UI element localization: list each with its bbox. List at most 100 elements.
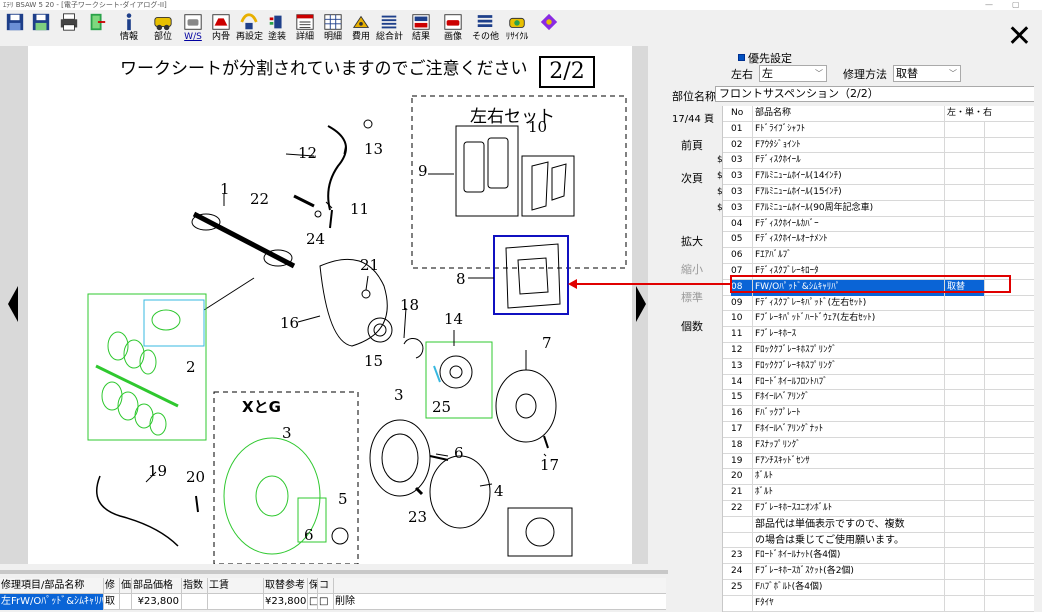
part-name-field[interactable]: フロントサスペンション（2/2） xyxy=(715,86,1042,102)
pad-hardware xyxy=(531,161,567,211)
parts-row[interactable]: の場合は乗じてご使用願います。 xyxy=(723,532,1042,549)
next-page-arrow-icon[interactable] xyxy=(636,286,646,322)
steel-wheel xyxy=(369,419,431,497)
paint-button[interactable]: 塗装 xyxy=(264,11,290,45)
save-button[interactable] xyxy=(2,11,28,45)
minimize-icon[interactable]: — xyxy=(985,0,993,10)
parts-row[interactable]: 10 Fﾌﾞﾚｰｷﾊﾟｯﾄﾞﾊｰﾄﾞｳｪｱ(左右ｾｯﾄ) xyxy=(723,311,1042,328)
grid-cell-warranty-checkbox[interactable]: □ xyxy=(308,594,318,610)
parts-row[interactable]: 14 Fﾛｰﾄﾞﾎｲｰﾙﾌﾛﾝﾄﾊﾌﾞ xyxy=(723,374,1042,391)
parts-row[interactable]: 15 Fﾎｲｰﾙﾍﾞｱﾘﾝｸﾞ xyxy=(723,390,1042,407)
exit-button[interactable] xyxy=(84,11,110,45)
parts-row[interactable]: 17 Fﾎｲｰﾙﾍﾞｱﾘﾝｸﾞﾅｯﾄ xyxy=(723,421,1042,438)
zoom-out-button[interactable]: 縮小 xyxy=(671,259,713,281)
info-button[interactable]: 情報 xyxy=(116,11,142,45)
row-name: Fｱｳﾀｼﾞｮｲﾝﾄ xyxy=(753,137,945,154)
manual-button[interactable] xyxy=(536,11,562,45)
row-name: Fｱﾙﾐﾆｭｰﾑﾎｲｰﾙ(14ｲﾝﾁ) xyxy=(753,169,945,185)
toolbar-label: 画像 xyxy=(443,32,462,42)
parts-row[interactable]: 19 Fｱﾝﾁｽｷｯﾄﾞｾﾝｻ xyxy=(723,453,1042,470)
priority-checkbox[interactable]: 優先設定 xyxy=(738,50,792,66)
row-name: 部品代は単価表示ですので、複数 xyxy=(753,516,945,533)
parts-row[interactable]: $03 Fｱﾙﾐﾆｭｰﾑﾎｲｰﾙ(14ｲﾝﾁ) xyxy=(717,169,1042,185)
row-no: 15 xyxy=(731,390,753,407)
print-button[interactable] xyxy=(56,11,82,45)
parts-row[interactable]: 22 Fﾌﾞﾚｰｷﾎｰｽﾕﾆｵﾝﾎﾞﾙﾄ xyxy=(723,500,1042,517)
grid-cell-part-price[interactable]: ¥23,800 xyxy=(132,594,182,610)
next-page-button[interactable]: 次頁 xyxy=(671,168,713,190)
parts-row[interactable]: 11 Fﾌﾞﾚｰｷﾎｰｽ xyxy=(723,327,1042,343)
callout-21: 21 xyxy=(360,256,380,274)
cost-button[interactable]: 費用 xyxy=(348,11,374,45)
parts-row[interactable]: 04 Fﾃﾞｨｽｸﾎｲｰﾙｶﾊﾞｰ xyxy=(723,216,1042,233)
prev-page-button[interactable]: 前頁 xyxy=(671,135,713,157)
brake-pad xyxy=(463,141,485,193)
toolbar-label: 詳細 xyxy=(295,32,314,42)
lr-select[interactable]: 左 ﹀ xyxy=(759,65,827,82)
parts-row[interactable]: 12 Fﾛｯｸｸﾌﾞﾚｰｷﾎｽﾌﾟﾘﾝｸﾞ xyxy=(723,342,1042,359)
zoom-in-button[interactable]: 拡大 xyxy=(671,231,713,253)
row-name: Fﾛｰﾄﾞﾎｲｰﾙﾌﾛﾝﾄﾊﾌﾞ xyxy=(753,374,945,391)
checkbox-checked-icon xyxy=(738,54,745,61)
breakdown-button[interactable]: 明細 xyxy=(320,11,346,45)
row-side xyxy=(945,248,985,264)
parts-row[interactable]: 18 Fｽﾅｯﾌﾟﾘﾝｸﾞ xyxy=(723,437,1042,454)
column-header-side: 左・単・右 xyxy=(947,108,993,118)
parts-row[interactable]: 25 Fﾊﾌﾞﾎﾞﾙﾄ(各4個) xyxy=(723,579,1042,596)
row-name: Fﾌﾞﾚｰｷﾎｰｽ xyxy=(753,327,945,343)
parts-row[interactable]: 21 ﾎﾞﾙﾄ xyxy=(723,485,1042,501)
row-side xyxy=(945,169,985,185)
parts-row[interactable]: $03 Fｱﾙﾐﾆｭｰﾑﾎｲｰﾙ(15ｲﾝﾁ) xyxy=(717,184,1042,201)
row-name: Fﾎｲｰﾙﾍﾞｱﾘﾝｸﾞ xyxy=(753,390,945,407)
inner-frame-button[interactable]: 内骨 xyxy=(208,11,234,45)
grid-cell-name[interactable]: 左FrW/Oﾊﾟｯﾄﾞ&ｼﾑｷｬﾘﾊﾟ xyxy=(0,594,104,610)
parts-row[interactable]: 24 Fﾌﾞﾚｰｷﾎｰｽｶﾞｽｹｯﾄ(各2個) xyxy=(723,564,1042,580)
grid-scrollbar[interactable] xyxy=(0,570,668,574)
union-bolt xyxy=(293,194,315,208)
reset-button[interactable]: 再設定 xyxy=(236,11,263,45)
parts-row[interactable]: 部品代は単価表示ですので、複数 xyxy=(723,516,1042,533)
image-button[interactable]: 画像 xyxy=(440,11,466,45)
grid-cell-price-flag[interactable] xyxy=(120,594,132,610)
parts-row[interactable]: 23 Fﾛｰﾄﾞﾎｲｰﾙﾅｯﾄ(各4個) xyxy=(723,548,1042,565)
grid-cell-co-checkbox[interactable]: □ xyxy=(318,594,334,610)
maximize-icon[interactable]: ▢ xyxy=(1012,0,1020,10)
parts-row[interactable]: 06 Fｴｱﾊﾞﾙﾌﾞ xyxy=(723,248,1042,264)
row-name: Fﾛｯｸｸﾌﾞﾚｰｷﾎｽﾌﾟﾘﾝｸﾞ xyxy=(753,342,945,359)
parts-row[interactable]: $03 Fﾃﾞｨｽｸﾎｲｰﾙ xyxy=(717,153,1042,170)
parts-row[interactable]: 09 Fﾃﾞｨｽｸﾌﾞﾚｰｷﾊﾟｯﾄﾞ(左右ｾｯﾄ) xyxy=(723,295,1042,312)
priority-label: 優先設定 xyxy=(748,52,792,65)
result-button[interactable]: 結果 xyxy=(408,11,434,45)
grid-header-labor: 工賃 xyxy=(208,578,264,594)
callout-4: 4 xyxy=(494,482,504,500)
parts-row[interactable]: 16 Fﾊﾞｯｸﾌﾟﾚｰﾄ xyxy=(723,406,1042,422)
grid-cell-ref[interactable]: ¥23,800 xyxy=(264,594,308,610)
worksheet-button[interactable]: W/S xyxy=(180,11,206,45)
row-name: Fﾃﾞｨｽｸﾎｲｰﾙｶﾊﾞｰ xyxy=(753,216,945,233)
part-button[interactable]: 部位 xyxy=(150,11,176,45)
parts-row[interactable]: 02 Fｱｳﾀｼﾞｮｲﾝﾄ xyxy=(723,137,1042,154)
parts-row[interactable]: 01 Fﾄﾞﾗｲﾌﾞｼｬﾌﾄ xyxy=(723,121,1042,138)
row-no: 25 xyxy=(731,579,753,596)
grid-cell-labor[interactable] xyxy=(208,594,264,610)
detail-button[interactable]: 詳細 xyxy=(292,11,318,45)
save-as-button[interactable] xyxy=(28,11,54,45)
total-button[interactable]: 総合計 xyxy=(376,11,403,45)
count-button[interactable]: 個数 xyxy=(671,316,713,338)
grid-cell-op[interactable]: 取 xyxy=(104,594,120,610)
vertical-scrollbar[interactable] xyxy=(1034,86,1042,612)
grid-cell-index[interactable] xyxy=(182,594,208,610)
other-button[interactable]: その他 xyxy=(472,11,499,45)
recycle-button[interactable]: ﾘｻｲｸﾙ xyxy=(504,11,530,45)
parts-row[interactable]: 13 Fﾛｯｸｸﾌﾞﾚｰｷﾎｽﾌﾟﾘﾝｸﾞ xyxy=(723,358,1042,375)
parts-row[interactable]: Fﾀｲﾔ xyxy=(723,595,1042,612)
parts-row[interactable]: 05 Fﾃﾞｨｽｸﾎｲｰﾙｵｰﾅﾒﾝﾄ xyxy=(723,232,1042,249)
method-select[interactable]: 取替 ﹀ xyxy=(893,65,961,82)
row-side xyxy=(945,516,985,533)
standard-button[interactable]: 標準 xyxy=(671,287,713,309)
parts-row[interactable]: 20 ﾎﾞﾙﾄ xyxy=(723,469,1042,486)
delete-button[interactable]: 削除 xyxy=(334,594,362,610)
parts-row[interactable]: $03 Fｱﾙﾐﾆｭｰﾑﾎｲｰﾙ(90周年記念車) xyxy=(717,200,1042,217)
previous-page-arrow-icon[interactable] xyxy=(8,286,18,322)
grid-row[interactable]: 左FrW/Oﾊﾟｯﾄﾞ&ｼﾑｷｬﾘﾊﾟ 取 ¥23,800 ¥23,800 □ … xyxy=(0,594,666,610)
